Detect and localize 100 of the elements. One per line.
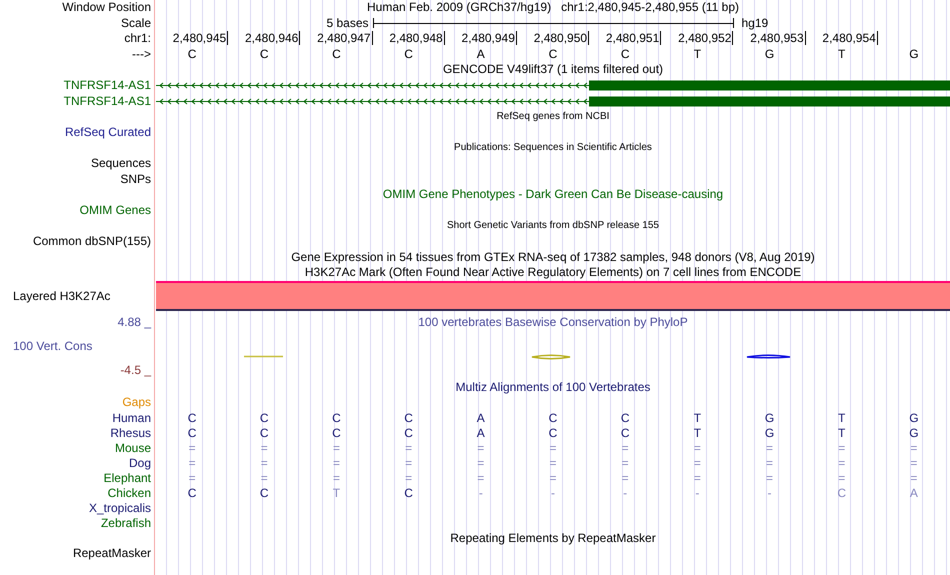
assembly-title: Human Feb. 2009 (GRCh37/hg19) [366,0,552,16]
alignment-base: C [260,410,269,425]
alignment-base: T [332,486,340,500]
alignment-base: = [622,440,629,455]
alignment-base: = [260,456,268,470]
alignment-base: = [332,440,340,455]
position-label: 2,480,952 [678,31,734,46]
track-title: Multiz Alignments of 100 Vertebrates [456,380,650,396]
alignment-base: = [405,440,412,455]
species-label[interactable]: Elephant [104,470,151,485]
alignment-base: = [549,470,556,485]
base-letter: C [332,46,341,61]
alignment-base: T [838,410,846,425]
base-letter: C [548,46,558,61]
alignment-base: = [694,456,701,470]
alignment-base: G [909,426,919,440]
chromosome-label: chr1: [124,31,151,46]
alignment-base: = [622,456,629,470]
alignment-base: C [188,486,196,500]
alignment-base: G [764,410,774,425]
position-label: 2,480,947 [317,31,373,46]
track-title: Short Genetic Variants from dbSNP release 155 [447,219,659,234]
position-label: 2,480,951 [606,31,662,46]
track-title: Repeating Elements by RepeatMasker [450,530,656,546]
database-label: hg19 [740,16,768,30]
species-label[interactable]: Dog [128,456,151,470]
track-label: Window Position [62,0,151,14]
track-title: Gene Expression in 54 tissues from GTEx RNA-seq of 17382 samples, 948 donors (V8, Aug 2019) [291,250,815,266]
track-label[interactable]: 100 Vert. Cons [13,338,92,353]
alignment-base: = [910,470,918,485]
alignment-base: - [623,486,628,500]
base-letter: C [404,46,413,61]
alignment-base: = [477,456,484,470]
axis-max-label: 4.88 _ [118,314,151,329]
alignment-base: - [550,486,555,500]
track-label[interactable]: RepeatMasker [72,546,151,560]
alignment-base: = [549,440,556,455]
track-title: GENCODE V49lift37 (1 items filtered out) [442,62,664,78]
alignment-base: = [910,456,918,470]
alignment-base: = [477,440,484,455]
track-label[interactable]: RefSeq Curated [64,124,151,139]
alignment-base: = [838,440,846,455]
base-letter: T [838,46,846,61]
species-label[interactable]: Mouse [114,440,151,455]
alignment-base: = [332,470,340,485]
alignment-base: = [260,440,268,455]
alignment-base: C [620,410,630,425]
alignment-base: = [694,440,701,455]
track-title: Publications: Sequences in Scientific Articles [454,141,652,156]
base-letter: G [764,46,774,61]
base-letter: C [260,46,269,61]
track-label[interactable]: Common dbSNP(155) [32,234,151,248]
alignment-base: C [188,410,196,425]
alignment-base: C [837,486,846,500]
gene-drawing[interactable] [156,78,950,93]
position-label: 2,480,945 [172,31,228,46]
alignment-base: = [694,470,701,485]
alignment-base: = [188,440,196,455]
alignment-base: T [838,426,846,440]
track-label: Scale [120,16,151,30]
alignment-base: = [188,456,196,470]
alignment-base: G [909,410,919,425]
species-label[interactable]: Rhesus [110,426,151,440]
alignment-base: T [694,410,702,425]
track-title: 100 vertebrates Basewise Conservation by PhyloP [418,314,688,329]
alignment-base: A [476,410,485,425]
alignment-base: = [405,456,412,470]
alignment-base: G [764,426,774,440]
alignment-base: C [404,410,413,425]
track-label[interactable]: OMIM Genes [80,202,151,217]
base-letter: A [476,46,485,61]
alignment-base: = [766,440,774,455]
species-label[interactable]: Chicken [108,486,151,500]
scale-size: 5 bases [326,16,370,30]
alignment-base: = [622,470,629,485]
species-label[interactable]: Zebrafish [100,516,151,530]
alignment-base: - [768,486,772,500]
conservation-mark [746,352,791,359]
alignment-base: - [695,486,700,500]
axis-min-label: -4.5 _ [120,362,151,377]
track-title: H3K27Ac Mark (Often Found Near Active Regulatory Elements) on 7 cell lines from ENCODE [304,265,802,281]
gene-drawing[interactable] [156,94,950,109]
alignment-base: = [838,470,846,485]
species-label[interactable]: X_tropicalis [88,500,151,515]
track-label[interactable]: SNPs [120,172,151,186]
alignment-base: C [332,426,341,440]
track-label[interactable]: Sequences [90,156,151,170]
position-label: 2,480,948 [389,31,445,46]
alignment-base: = [188,470,196,485]
alignment-base: C [404,486,413,500]
alignment-base: C [548,410,558,425]
alignment-base: T [694,426,702,440]
alignment-base: C [188,426,196,440]
alignment-base: - [478,486,483,500]
position-label: 2,480,949 [462,31,517,46]
gene-label[interactable]: TNFRSF14-AS1 [64,94,151,108]
track-label[interactable]: Layered H3K27Ac [13,288,110,303]
species-label[interactable]: Human [112,410,151,425]
alignment-base: C [548,426,558,440]
gene-label[interactable]: TNFRSF14-AS1 [64,78,151,92]
